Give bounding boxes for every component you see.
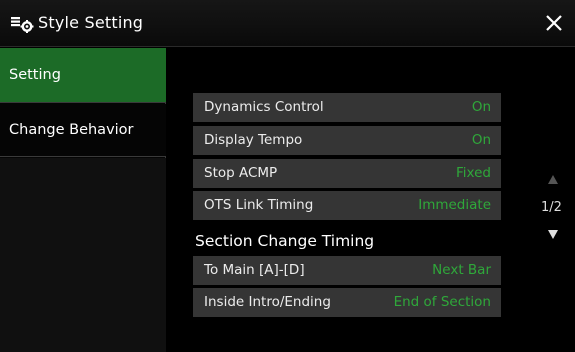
sidebar-item-label: Setting — [9, 67, 61, 83]
sidebar-item-setting[interactable]: Setting — [0, 48, 166, 103]
setting-value: On — [471, 99, 491, 115]
setting-value: On — [471, 132, 491, 148]
setting-row-to-main[interactable]: To Main [A]-[D] Next Bar — [193, 256, 501, 285]
settings-panel: Dynamics Control On Display Tempo On Sto… — [167, 48, 575, 352]
sidebar-item-change-behavior[interactable]: Change Behavior — [0, 104, 166, 157]
sidebar: Setting Change Behavior — [0, 48, 166, 352]
page-indicator: 1/2 — [541, 200, 562, 215]
sidebar-empty-area — [0, 158, 166, 352]
setting-label: Dynamics Control — [204, 99, 324, 115]
setting-label: Stop ACMP — [204, 165, 278, 181]
section-change-timing-heading: Section Change Timing — [195, 232, 375, 250]
title-bar: Style Setting — [0, 0, 575, 47]
page-down-icon[interactable] — [548, 230, 558, 239]
setting-label: OTS Link Timing — [204, 197, 314, 213]
window-title: Style Setting — [38, 13, 144, 32]
style-setting-icon — [11, 17, 34, 33]
setting-label: To Main [A]-[D] — [204, 262, 305, 278]
setting-label: Display Tempo — [204, 132, 303, 148]
setting-value: Immediate — [418, 197, 491, 213]
close-icon[interactable] — [541, 10, 567, 36]
setting-row-dynamics-control[interactable]: Dynamics Control On — [193, 93, 501, 122]
setting-value: Fixed — [456, 165, 491, 181]
sidebar-item-label: Change Behavior — [9, 122, 134, 138]
setting-value: Next Bar — [432, 262, 491, 278]
page-up-icon[interactable] — [548, 175, 558, 184]
setting-row-ots-link-timing[interactable]: OTS Link Timing Immediate — [193, 191, 501, 220]
setting-label: Inside Intro/Ending — [204, 294, 331, 310]
setting-row-stop-acmp[interactable]: Stop ACMP Fixed — [193, 159, 501, 188]
setting-value: End of Section — [393, 294, 491, 310]
setting-row-display-tempo[interactable]: Display Tempo On — [193, 126, 501, 155]
setting-row-inside-intro-ending[interactable]: Inside Intro/Ending End of Section — [193, 288, 501, 317]
